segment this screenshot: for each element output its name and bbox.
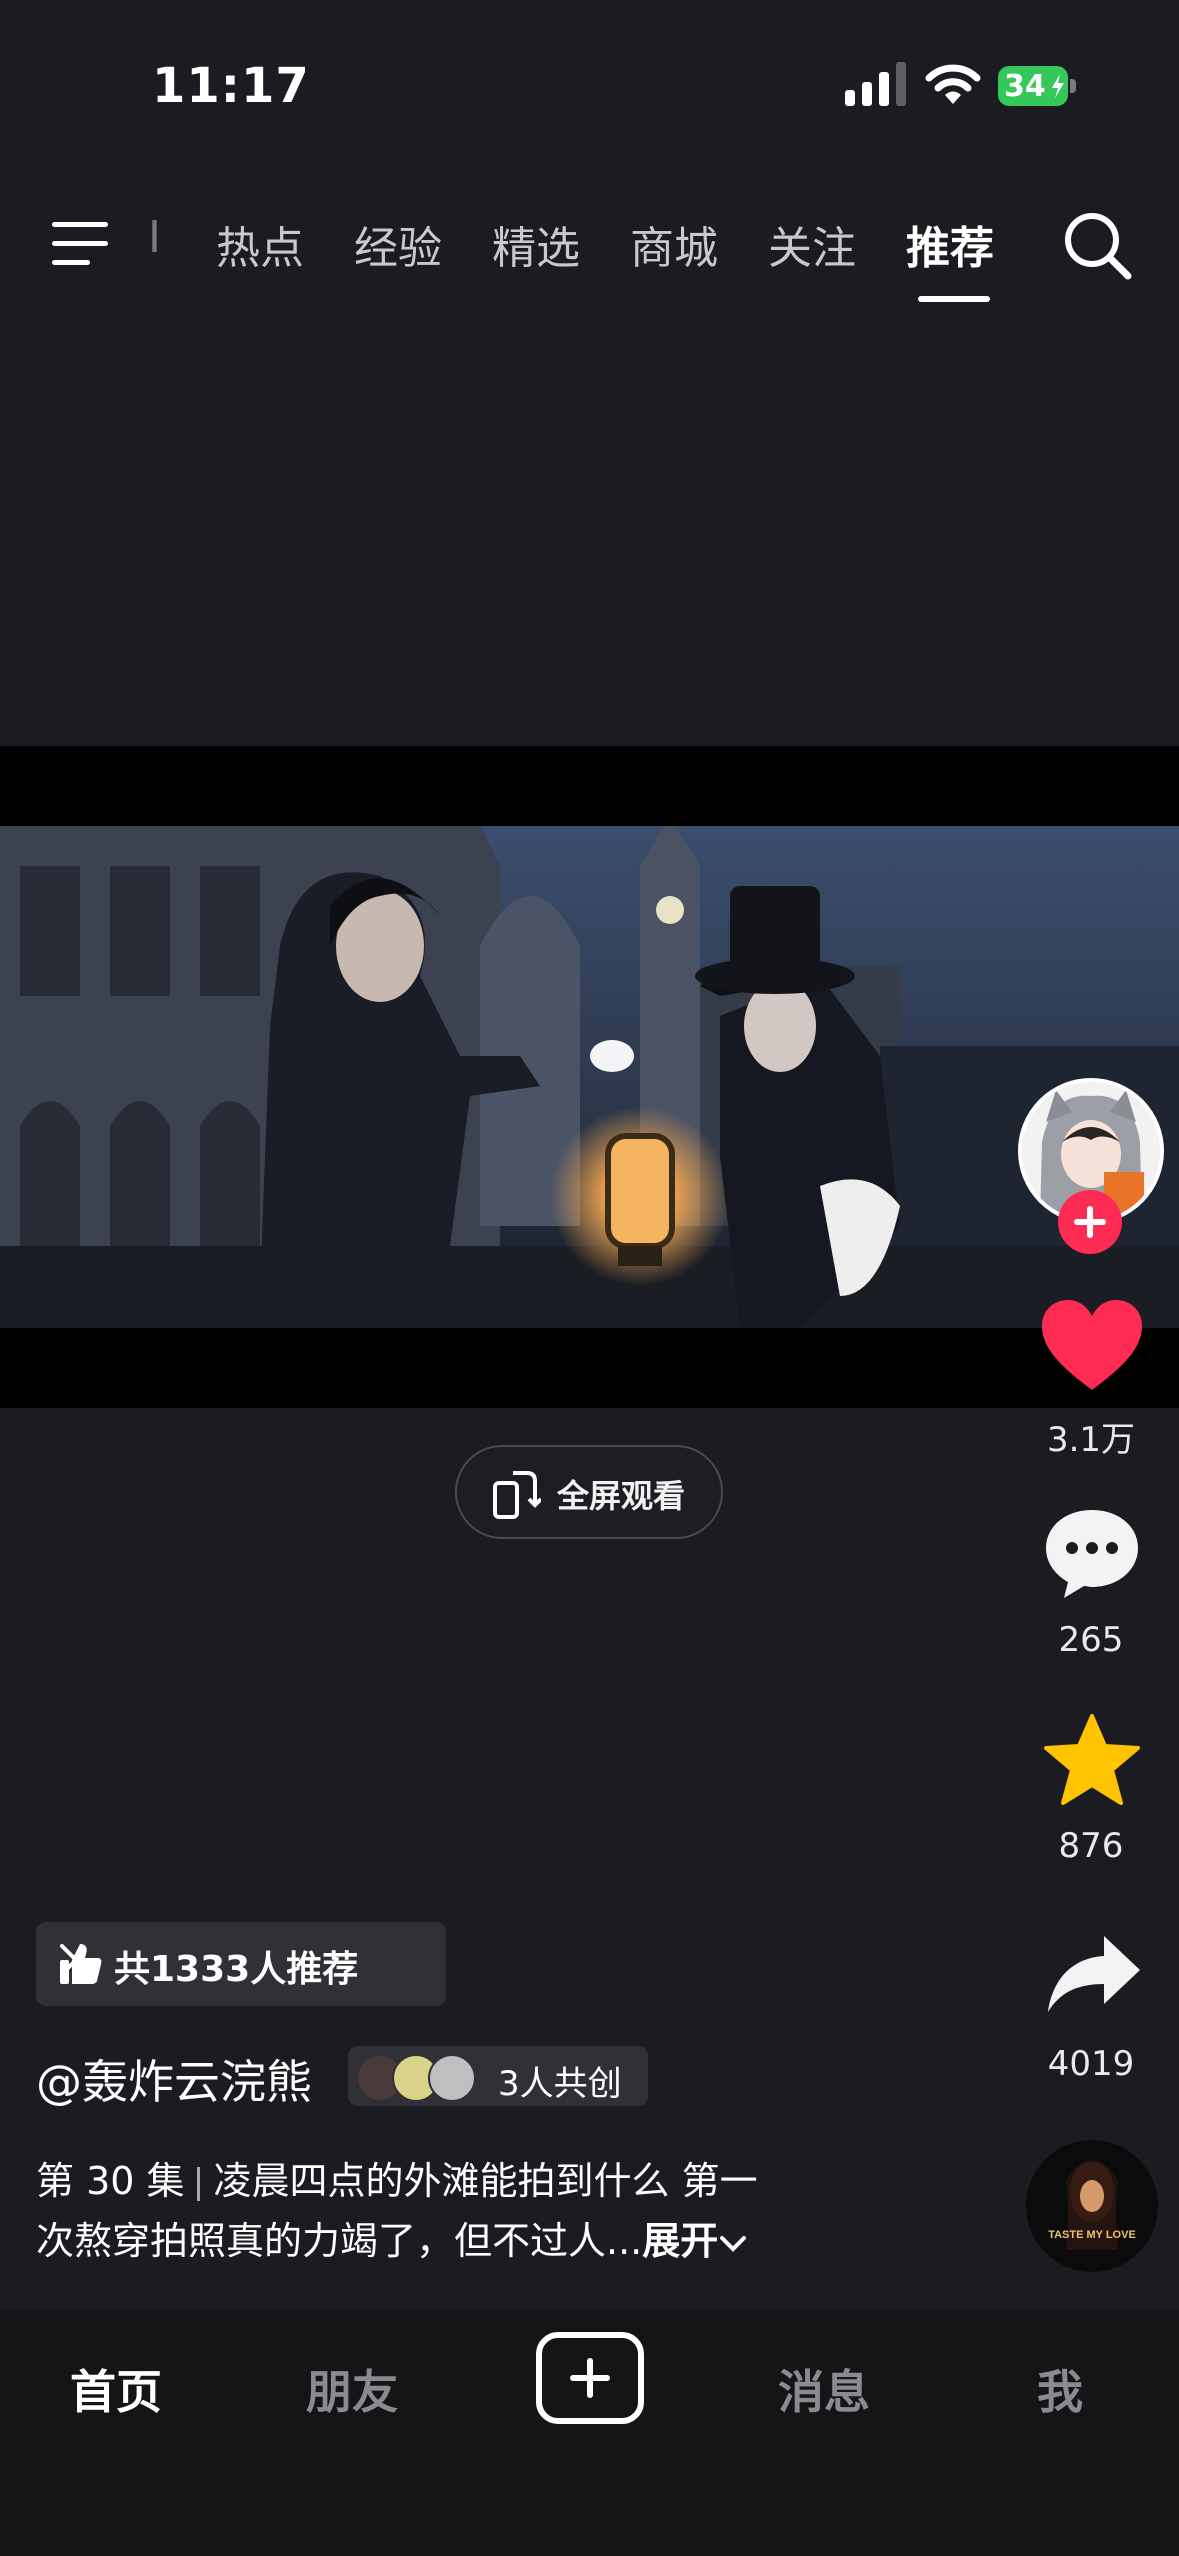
post-description: 第 30 集凌晨四点的外滩能拍到什么 第一 [36,2150,758,2205]
favorite-count: 876 [1058,1826,1124,1866]
description-text-cont: 次熬穿拍照真的力竭了，但不过人... [36,2219,643,2263]
chevron-down-icon [720,2235,747,2252]
fullscreen-label: 全屏观看 [557,1477,686,1515]
active-tab-indicator [918,296,990,302]
tab-messages[interactable]: 消息 [744,2356,904,2422]
episode-label[interactable]: 第 30 集 [36,2159,185,2203]
recommend-button[interactable]: 共1333人推荐 [36,1922,446,2006]
divider [196,2166,200,2201]
plus-icon [1074,1206,1106,1238]
share-icon[interactable] [1046,1934,1142,2014]
expand-link[interactable]: 展开 [642,2219,718,2263]
tab-me[interactable]: 我 [980,2356,1140,2422]
wifi-icon [925,64,981,104]
fullscreen-button[interactable]: 全屏观看 [455,1445,723,1539]
favorite-star-icon[interactable] [1044,1714,1140,1806]
battery-level: 34 [1004,69,1046,104]
plus-icon [570,2358,610,2398]
co-create-label: 3人共创 [498,2064,622,2104]
status-time: 11:17 [152,58,310,114]
chevron-right-icon [60,1944,79,1976]
music-disc-text: TASTE MY LOVE [1048,2229,1136,2241]
tab-recommend[interactable]: 推荐 [906,212,994,276]
music-disc[interactable]: TASTE MY LOVE [1026,2140,1158,2272]
author-name[interactable]: @轰炸云浣熊 [36,2046,312,2112]
tab-mall[interactable]: 商城 [630,212,718,276]
like-heart-icon[interactable] [1040,1298,1144,1394]
description-text: 凌晨四点的外滩能拍到什么 第一 [213,2159,758,2203]
tab-experience[interactable]: 经验 [354,212,442,276]
co-create-button[interactable]: 3人共创 [348,2046,648,2106]
video-frame [0,826,1179,1328]
share-count: 4019 [1047,2044,1135,2084]
like-count: 3.1万 [1046,1420,1136,1460]
search-icon[interactable] [1060,208,1134,282]
recommend-label: 共1333人推荐 [114,1949,359,1990]
post-description-cont: 次熬穿拍照真的力竭了，但不过人...展开 [36,2210,748,2265]
comment-icon[interactable] [1042,1506,1142,1602]
tab-hot[interactable]: 热点 [216,212,304,276]
battery-icon: 34 [998,66,1078,106]
create-button[interactable] [536,2332,644,2424]
tab-home[interactable]: 首页 [36,2356,196,2422]
tab-partial[interactable]: I [148,212,161,263]
comment-count: 265 [1058,1620,1124,1660]
menu-icon[interactable] [50,218,112,270]
tab-following[interactable]: 关注 [768,212,856,276]
signal-icon [845,62,906,106]
tab-featured[interactable]: 精选 [492,212,580,276]
co-creator-avatar [428,2054,476,2102]
tab-friends[interactable]: 朋友 [272,2356,432,2422]
follow-button[interactable] [1058,1190,1122,1254]
rotate-screen-icon [493,1471,541,1519]
